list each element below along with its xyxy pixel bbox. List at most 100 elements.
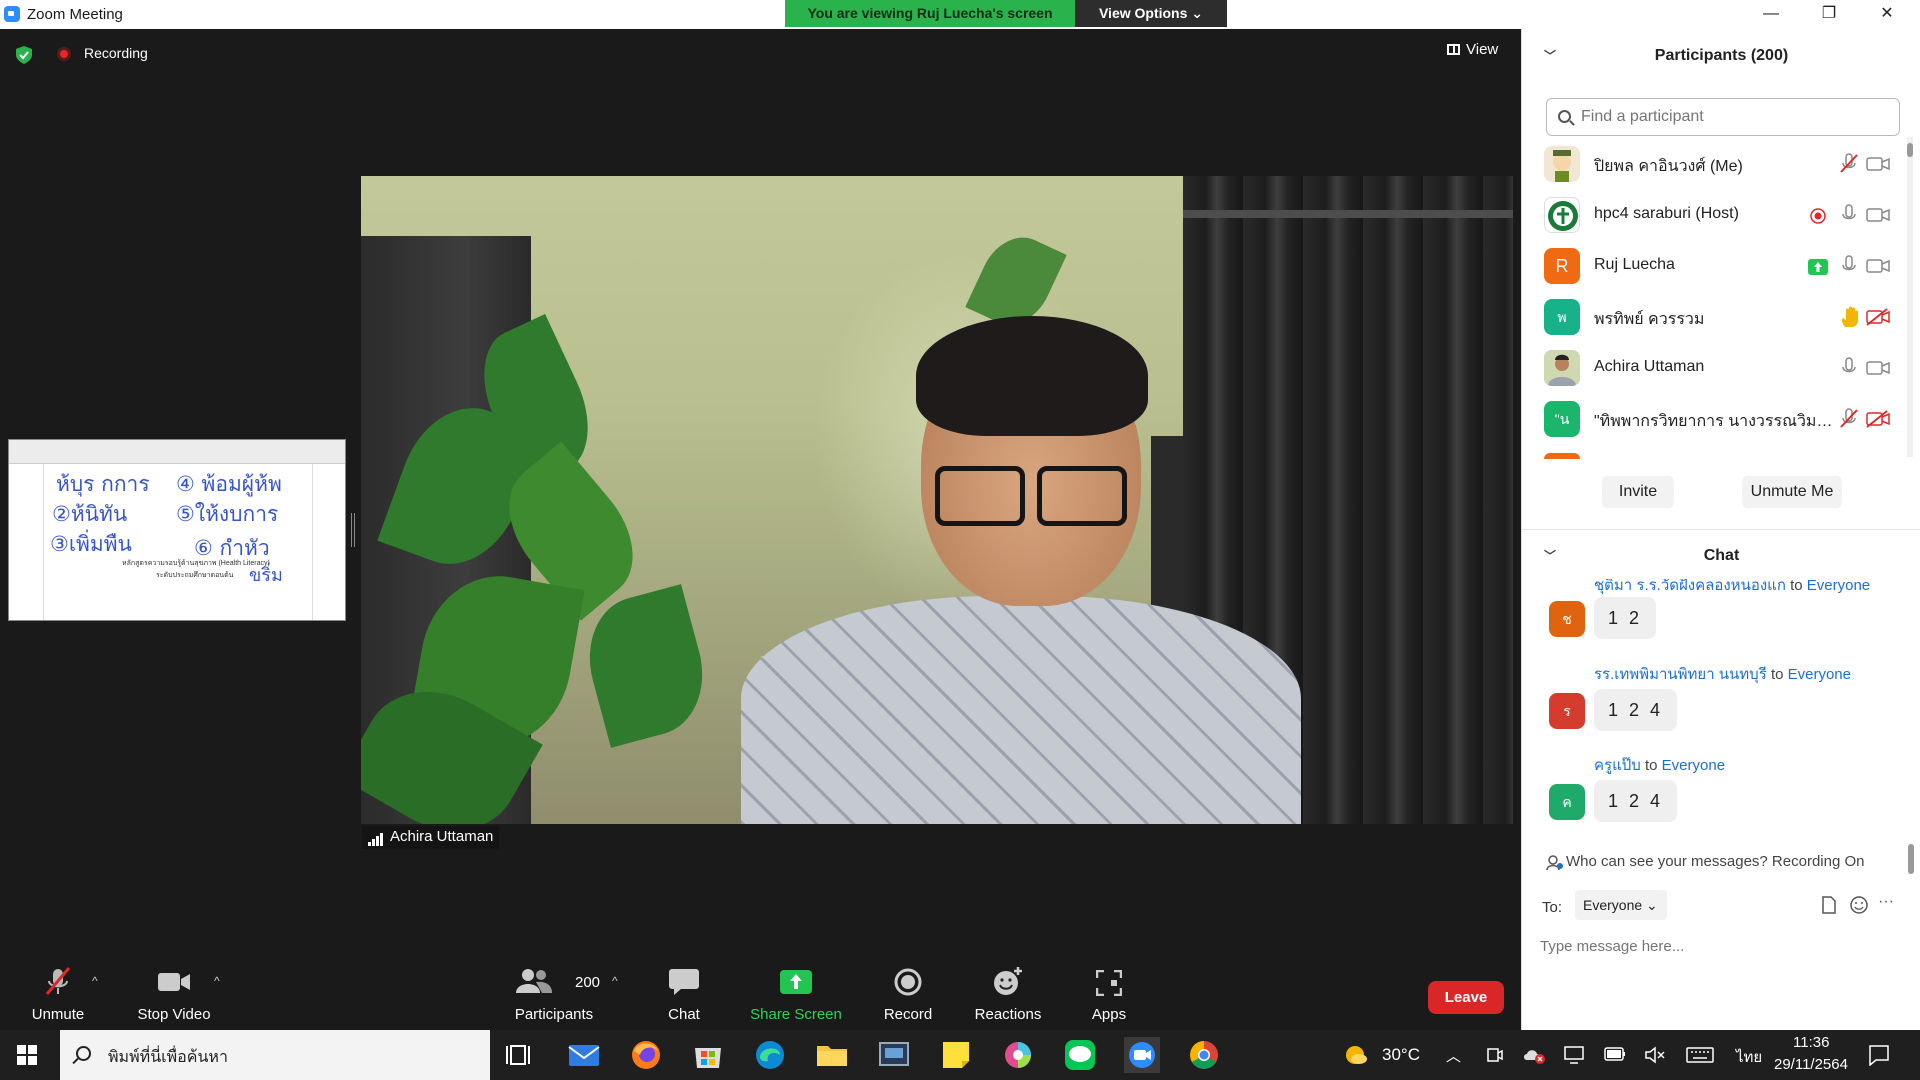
meeting-toolbar: Unmute ^ Stop Video ^ 200 Participants ^… — [0, 958, 1521, 1030]
chat-recipient: Everyone — [1787, 666, 1851, 683]
cartoon-avatar-icon — [1553, 150, 1571, 182]
record-button[interactable]: Record — [876, 958, 940, 1030]
firefox-icon[interactable] — [628, 1037, 664, 1073]
participant-name: "ทิพพากรวิทยาการ นางวรรณวิมล คล้า… — [1594, 413, 1834, 430]
file-attach-icon[interactable] — [1821, 896, 1837, 914]
close-button[interactable]: ✕ — [1858, 0, 1916, 29]
restore-button[interactable]: ❐ — [1800, 0, 1858, 29]
chat-recipient-select[interactable]: Everyone ⌄ — [1575, 890, 1667, 920]
who-can-see-messages-link[interactable]: Who can see your messages? Recording On — [1566, 853, 1864, 870]
chat-message-header: ครูแป๊บ to Everyone — [1594, 753, 1725, 777]
search-icon — [76, 1046, 91, 1061]
whiteboard-page: ห้บุร กการ ④ พ้อมผู้ห้พ ②ห้นิทัน ⑤ให้งบก… — [43, 464, 313, 620]
speaker-video — [361, 176, 1513, 824]
participant-row[interactable]: Achira Uttaman — [1522, 343, 1920, 394]
clock-time[interactable]: 11:36 — [1793, 1034, 1829, 1051]
participant-row[interactable]: hpc4 saraburi (Host) — [1522, 190, 1920, 241]
reactions-button[interactable]: Reactions — [968, 958, 1048, 1030]
collapse-chat-chevron-icon[interactable]: ﹀ — [1544, 541, 1556, 571]
participant-row[interactable]: ปิยพล คาอินวงศ์ (Me) — [1522, 139, 1920, 190]
video-on-icon — [1866, 208, 1890, 222]
task-view-icon[interactable] — [502, 1037, 538, 1073]
touch-keyboard-icon[interactable] — [1686, 1047, 1714, 1063]
more-options-icon[interactable]: ··· — [1878, 893, 1894, 911]
volume-muted-icon[interactable] — [1644, 1046, 1666, 1064]
chat-message-text: 1 2 4 — [1594, 780, 1678, 822]
recording-label: Recording — [84, 45, 148, 61]
audio-options-caret[interactable]: ^ — [92, 974, 98, 988]
clock-date[interactable]: 29/11/2564 — [1774, 1056, 1848, 1073]
emoji-icon[interactable] — [1850, 896, 1868, 914]
notifications-icon[interactable] — [1868, 1044, 1890, 1066]
muted-mic-icon — [1840, 408, 1858, 428]
screen-capture-app-icon[interactable] — [876, 1037, 912, 1073]
mic-icon — [1842, 255, 1856, 271]
encryption-shield-icon[interactable] — [16, 46, 32, 64]
video-options-caret[interactable]: ^ — [214, 974, 220, 988]
view-button[interactable]: View — [1447, 41, 1498, 58]
weather-sun-icon[interactable] — [1344, 1044, 1368, 1066]
line-app-icon[interactable] — [1062, 1037, 1098, 1073]
taskbar-search-box[interactable]: พิมพ์ที่นี่เพื่อค้นหา — [60, 1030, 490, 1080]
dropdown-chevron-icon: ⌄ — [1646, 897, 1658, 913]
weather-temperature[interactable]: 30°C — [1382, 1045, 1420, 1065]
input-language-indicator[interactable]: ไทย — [1736, 1045, 1762, 1069]
person-hair — [916, 316, 1148, 436]
stop-video-label: Stop Video — [137, 1006, 211, 1023]
scroll-thumb[interactable] — [1907, 143, 1913, 157]
stop-video-button[interactable]: Stop Video — [130, 958, 218, 1030]
panel-divider — [1522, 529, 1920, 530]
participant-row[interactable]: พ พรทิพย์ ควรรวม — [1522, 292, 1920, 343]
find-participant-search[interactable] — [1546, 98, 1900, 136]
meet-now-icon[interactable] — [1486, 1046, 1504, 1064]
chat-button[interactable]: Chat — [654, 958, 714, 1030]
next-participant-avatar-peek — [1544, 453, 1580, 459]
raised-hand-icon — [1841, 306, 1858, 327]
participant-row[interactable]: R Ruj Luecha — [1522, 241, 1920, 292]
leave-button[interactable]: Leave — [1428, 981, 1504, 1014]
chat-avatar: ช — [1549, 601, 1585, 637]
shared-screen-thumbnail[interactable]: ห้บุร กการ ④ พ้อมผู้ห้พ ②ห้นิทัน ⑤ให้งบก… — [8, 439, 346, 621]
unmute-button[interactable]: Unmute — [20, 958, 96, 1030]
title-bar: Zoom Meeting You are viewing Ruj Luecha'… — [0, 0, 1920, 29]
invite-button[interactable]: Invite — [1602, 476, 1674, 508]
panel-splitter-handle[interactable] — [351, 513, 355, 547]
view-options-button[interactable]: View Options ⌄ — [1075, 0, 1227, 27]
sticky-notes-icon[interactable] — [938, 1037, 974, 1073]
participants-button[interactable]: 200 Participants — [505, 958, 603, 1030]
minimize-button[interactable]: — — [1742, 0, 1800, 29]
chat-header: ﹀ Chat — [1522, 541, 1920, 571]
show-hidden-icons-chevron-icon[interactable]: ︿ — [1446, 1045, 1461, 1066]
file-explorer-icon[interactable] — [814, 1037, 850, 1073]
share-screen-button[interactable]: Share Screen — [748, 958, 844, 1030]
chat-message-input[interactable] — [1540, 931, 1900, 961]
collapse-participants-chevron-icon[interactable]: ﹀ — [1544, 41, 1556, 71]
participants-title: Participants (200) — [1654, 47, 1789, 64]
participant-avatar — [1544, 350, 1580, 386]
mic-icon — [1842, 357, 1856, 373]
participant-row[interactable]: "น "ทิพพากรวิทยาการ นางวรรณวิมล คล้า… — [1522, 394, 1920, 445]
participants-scrollbar[interactable] — [1907, 137, 1913, 457]
microsoft-store-icon[interactable] — [690, 1037, 726, 1073]
window-title: Zoom Meeting — [27, 6, 123, 23]
display-icon[interactable] — [1564, 1046, 1584, 1064]
edge-browser-icon[interactable] — [752, 1037, 788, 1073]
video-off-icon — [1866, 410, 1890, 428]
chat-recipient: Everyone — [1806, 579, 1871, 594]
chrome-browser-icon[interactable] — [1186, 1037, 1222, 1073]
find-participant-input[interactable] — [1581, 106, 1881, 128]
onedrive-error-icon[interactable] — [1522, 1046, 1546, 1064]
unmute-me-button[interactable]: Unmute Me — [1742, 476, 1842, 508]
color-picker-app-icon[interactable] — [1000, 1037, 1036, 1073]
chat-message-text: 1 2 4 — [1594, 689, 1678, 731]
zoom-taskbar-icon[interactable] — [1124, 1037, 1160, 1073]
chat-scrollbar[interactable] — [1908, 844, 1914, 874]
speaker-name: Achira Uttaman — [390, 828, 494, 845]
record-icon — [894, 968, 922, 996]
chat-title: Chat — [1703, 547, 1740, 564]
apps-button[interactable]: Apps — [1082, 958, 1136, 1030]
windows-start-icon[interactable] — [17, 1045, 37, 1065]
participants-options-caret[interactable]: ^ — [612, 974, 618, 988]
mail-app-icon[interactable] — [566, 1037, 602, 1073]
battery-icon[interactable] — [1604, 1047, 1626, 1061]
